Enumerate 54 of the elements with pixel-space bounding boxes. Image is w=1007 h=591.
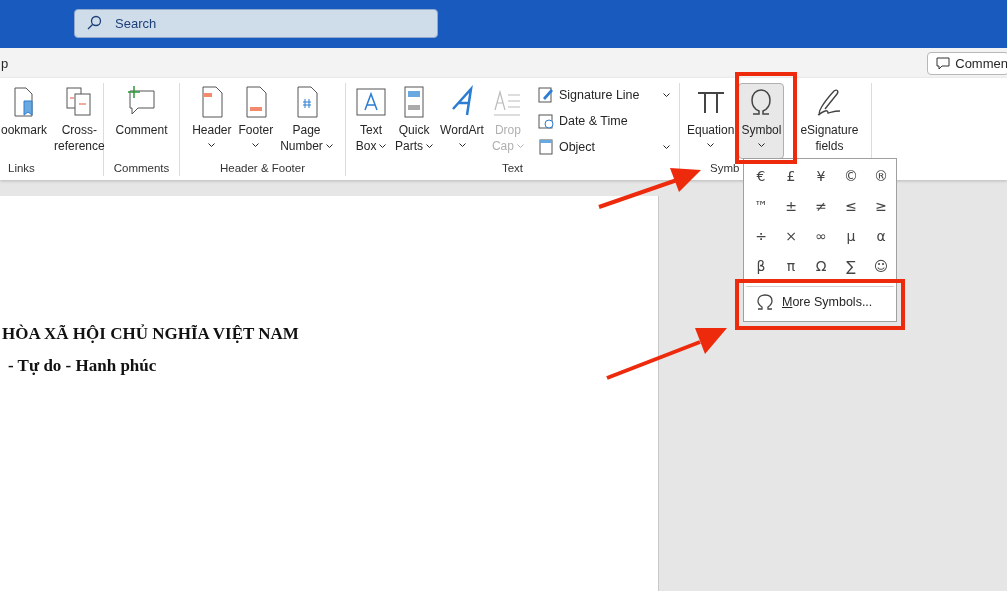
- ribbon-button[interactable]: Comment: [112, 83, 171, 159]
- ribbon-button[interactable]: Equation: [684, 83, 738, 159]
- group-label: Text: [501, 162, 524, 176]
- bookmark-icon: [14, 85, 34, 119]
- ribbon-button[interactable]: Page Number: [277, 83, 336, 159]
- symbol-item[interactable]: ÷: [746, 221, 776, 251]
- text-box-icon: [354, 85, 389, 119]
- symbol-item[interactable]: ∞: [806, 221, 836, 251]
- symbol-item[interactable]: ™: [746, 191, 776, 221]
- symbol-item[interactable]: ×: [776, 221, 806, 251]
- symbol-item[interactable]: ±: [776, 191, 806, 221]
- symbol-item[interactable]: ∑: [836, 251, 866, 281]
- group-label: Symb: [710, 162, 740, 176]
- symbol-item[interactable]: €: [746, 161, 776, 191]
- ribbon-button[interactable]: Text Box: [351, 83, 392, 159]
- symbol-item[interactable]: ☺: [866, 251, 896, 281]
- group-label: Comments: [113, 162, 170, 176]
- omega-icon: [756, 293, 774, 311]
- symbol-item[interactable]: ¥: [806, 161, 836, 191]
- symbol-item[interactable]: Ω: [806, 251, 836, 281]
- symbol-item[interactable]: µ: [836, 221, 866, 251]
- ribbon-button[interactable]: Date & Time: [532, 109, 674, 133]
- group-label: Header & Footer: [220, 162, 305, 176]
- symbol-item[interactable]: ≤: [836, 191, 866, 221]
- symbol-item[interactable]: ®: [866, 161, 896, 191]
- ribbon-button[interactable]: Symbol: [738, 83, 785, 159]
- document-text: - Tự do - Hanh phúc: [8, 356, 158, 376]
- ribbon-button[interactable]: Cross- reference: [51, 83, 108, 159]
- symbol-item[interactable]: ≥: [866, 191, 896, 221]
- symbol-item[interactable]: ©: [836, 161, 866, 191]
- symbol-item[interactable]: £: [776, 161, 806, 191]
- ribbon-tab[interactable]: p: [1, 55, 9, 71]
- search-field[interactable]: Search: [74, 9, 438, 38]
- more-symbols-item[interactable]: More Symbols...: [744, 291, 873, 313]
- signature-icon: [536, 86, 555, 104]
- document-text: HÒA XÃ HỘI CHỦ NGHĨA VIỆT NAM: [2, 324, 300, 344]
- comments-button[interactable]: Commen: [927, 51, 1007, 75]
- ribbon-button[interactable]: Quick Parts: [392, 83, 437, 159]
- symbol-item[interactable]: β: [746, 251, 776, 281]
- comment-icon: [936, 56, 951, 70]
- ribbon-button[interactable]: Object: [532, 135, 674, 159]
- ribbon-button[interactable]: ookmark: [0, 83, 50, 159]
- group-label: Links: [8, 162, 35, 176]
- symbol-item[interactable]: α: [866, 221, 896, 251]
- ribbon-button[interactable]: Footer: [235, 83, 277, 159]
- ribbon-button[interactable]: WordArt: [437, 83, 487, 159]
- ribbon-button[interactable]: eSignature fields: [797, 83, 862, 159]
- search-icon: [86, 15, 102, 31]
- window-icon: [536, 138, 555, 156]
- calendar-icon: [536, 112, 555, 130]
- symbol-item[interactable]: ≠: [806, 191, 836, 221]
- symbol-item[interactable]: π: [776, 251, 806, 281]
- ribbon-button[interactable]: Header: [189, 83, 235, 159]
- ribbon-button[interactable]: Signature Line: [532, 83, 674, 107]
